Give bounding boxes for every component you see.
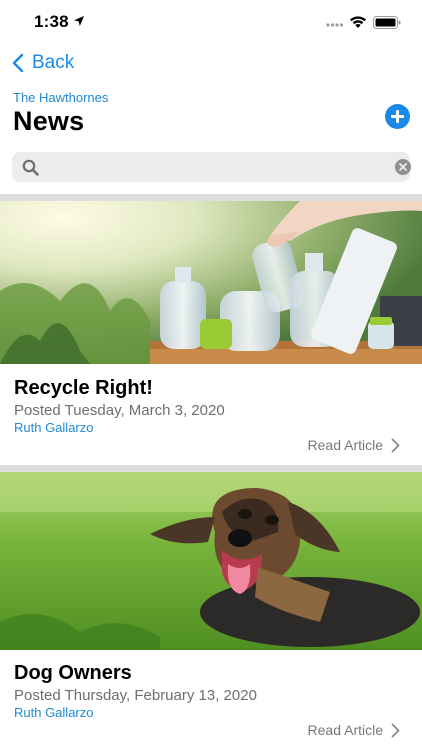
article-image-recycling [0, 201, 422, 364]
section-divider [0, 465, 422, 472]
read-article-label: Read Article [307, 722, 383, 738]
article-date: Posted Thursday, February 13, 2020 [14, 687, 257, 704]
battery-icon [373, 16, 401, 29]
location-arrow-icon [74, 16, 84, 26]
chevron-right-icon [391, 723, 400, 737]
article-title: Dog Owners [14, 662, 132, 684]
section-divider [0, 194, 422, 201]
article-author[interactable]: Ruth Gallarzo [14, 420, 93, 435]
status-bar: 1:38 [0, 0, 422, 44]
read-article-label: Read Article [307, 437, 383, 453]
add-article-button[interactable] [385, 104, 410, 129]
cellular-signal-icon [326, 23, 344, 27]
wifi-icon [350, 16, 366, 28]
article-image-dog [0, 472, 422, 650]
clear-search-icon[interactable] [395, 159, 411, 175]
dog-photo [0, 472, 422, 650]
community-name: The Hawthornes [13, 90, 109, 105]
recycling-photo [0, 201, 422, 364]
article-card-dog-owners[interactable]: Dog Owners Posted Thursday, February 13,… [0, 472, 422, 750]
back-label: Back [32, 52, 75, 73]
page-title: News [13, 106, 85, 136]
article-card-recycle[interactable]: Recycle Right! Posted Tuesday, March 3, … [0, 201, 422, 465]
search-bar [12, 152, 411, 184]
read-article-link[interactable]: Read Article [308, 437, 400, 453]
chevron-left-icon [12, 53, 24, 73]
search-icon [22, 159, 39, 176]
search-input[interactable] [48, 152, 382, 184]
back-button[interactable]: Back [12, 50, 74, 76]
status-time: 1:38 [34, 12, 69, 31]
article-date: Posted Tuesday, March 3, 2020 [14, 402, 225, 419]
read-article-link[interactable]: Read Article [308, 722, 400, 738]
article-title: Recycle Right! [14, 377, 153, 399]
chevron-right-icon [391, 438, 400, 452]
article-author[interactable]: Ruth Gallarzo [14, 705, 93, 720]
